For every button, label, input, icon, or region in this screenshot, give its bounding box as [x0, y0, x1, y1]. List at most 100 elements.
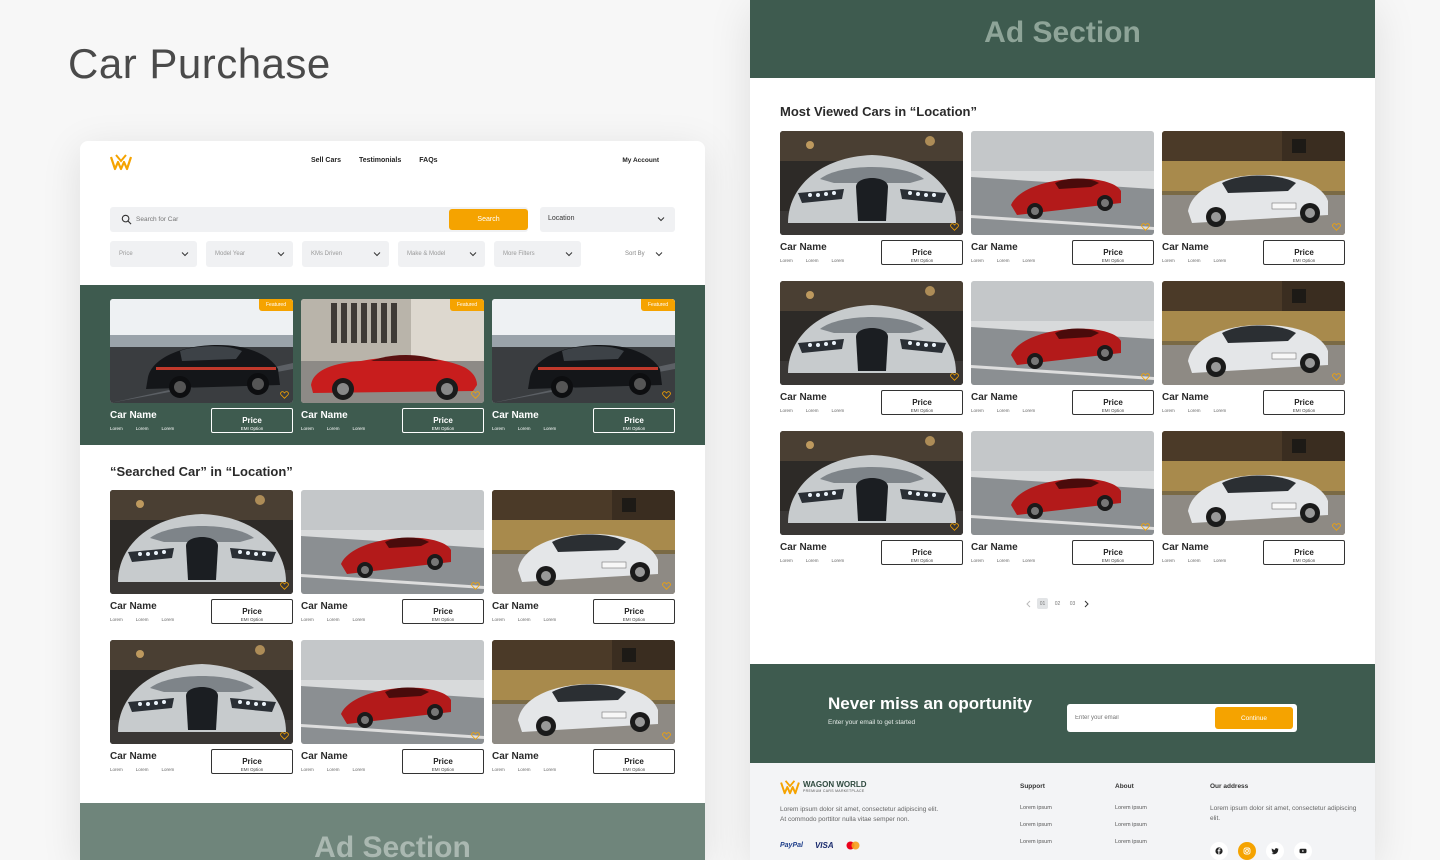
car-image[interactable] — [1162, 281, 1345, 385]
car-image[interactable] — [492, 640, 675, 744]
favorite-heart-icon[interactable] — [280, 732, 289, 740]
continue-button[interactable]: Continue — [1215, 707, 1293, 729]
car-image[interactable] — [301, 490, 484, 594]
footer-link[interactable]: Lorem ipsum — [1020, 839, 1052, 845]
car-card[interactable]: Car Name Lorem Lorem Lorem Price EMI Option — [1162, 431, 1345, 565]
car-card[interactable]: Car Name Lorem Lorem Lorem Price EMI Option — [301, 490, 484, 624]
car-card[interactable]: Car Name Lorem Lorem Lorem Price EMI Option — [110, 490, 293, 624]
filter-more-filters[interactable]: More Filters — [494, 241, 581, 267]
price-button[interactable]: Price EMI Option — [1072, 540, 1154, 565]
filter-make-model[interactable]: Make & Model — [398, 241, 485, 267]
car-card[interactable]: Car Name Lorem Lorem Lorem Price EMI Option — [301, 640, 484, 774]
favorite-heart-icon[interactable] — [662, 391, 671, 399]
footer-link[interactable]: Lorem ipsum — [1115, 805, 1147, 811]
car-image[interactable] — [971, 131, 1154, 235]
instagram-icon[interactable] — [1238, 842, 1256, 860]
car-image[interactable] — [110, 490, 293, 594]
car-card[interactable]: Car Name Lorem Lorem Lorem Price EMI Option — [492, 490, 675, 624]
car-image[interactable] — [492, 490, 675, 594]
twitter-icon[interactable] — [1266, 842, 1284, 860]
price-button[interactable]: Price EMI Option — [1263, 240, 1345, 265]
car-card[interactable]: Car Name Lorem Lorem Lorem Price EMI Option — [971, 431, 1154, 565]
price-button[interactable]: Price EMI Option — [881, 240, 963, 265]
price-button[interactable]: Price EMI Option — [211, 408, 293, 433]
featured-car-card[interactable]: Featured Car Name Lorem Lorem Lorem Price EMI … — [301, 299, 484, 433]
car-image[interactable] — [780, 431, 963, 535]
car-card[interactable]: Car Name Lorem Lorem Lorem Price EMI Option — [780, 431, 963, 565]
youtube-icon[interactable] — [1294, 842, 1312, 860]
car-image[interactable]: Featured — [110, 299, 293, 403]
car-image[interactable] — [971, 431, 1154, 535]
footer-link[interactable]: Lorem ipsum — [1020, 822, 1052, 828]
favorite-heart-icon[interactable] — [471, 732, 480, 740]
price-button[interactable]: Price EMI Option — [1263, 540, 1345, 565]
my-account-link[interactable]: My Account — [622, 157, 659, 164]
favorite-heart-icon[interactable] — [950, 373, 959, 381]
car-card[interactable]: Car Name Lorem Lorem Lorem Price EMI Option — [110, 640, 293, 774]
price-button[interactable]: Price EMI Option — [593, 599, 675, 624]
page-02[interactable]: 02 — [1052, 598, 1063, 609]
favorite-heart-icon[interactable] — [1332, 373, 1341, 381]
price-button[interactable]: Price EMI Option — [593, 408, 675, 433]
email-input[interactable] — [1075, 712, 1205, 724]
facebook-icon[interactable] — [1210, 842, 1228, 860]
car-image[interactable] — [780, 131, 963, 235]
car-image[interactable]: Featured — [492, 299, 675, 403]
favorite-heart-icon[interactable] — [1141, 523, 1150, 531]
filter-price[interactable]: Price — [110, 241, 197, 267]
car-image[interactable] — [971, 281, 1154, 385]
location-dropdown[interactable]: Location — [540, 207, 675, 232]
car-card[interactable]: Car Name Lorem Lorem Lorem Price EMI Option — [971, 281, 1154, 415]
favorite-heart-icon[interactable] — [471, 582, 480, 590]
favorite-heart-icon[interactable] — [1332, 523, 1341, 531]
favorite-heart-icon[interactable] — [1141, 373, 1150, 381]
car-image[interactable] — [1162, 131, 1345, 235]
favorite-heart-icon[interactable] — [1141, 223, 1150, 231]
price-button[interactable]: Price EMI Option — [593, 749, 675, 774]
car-image[interactable] — [1162, 431, 1345, 535]
footer-link[interactable]: Lorem ipsum — [1115, 822, 1147, 828]
search-input[interactable] — [136, 212, 436, 227]
featured-car-card[interactable]: Featured Car Name Lorem Lorem Lorem Price EMI … — [110, 299, 293, 433]
car-card[interactable]: Car Name Lorem Lorem Lorem Price EMI Option — [971, 131, 1154, 265]
search-button[interactable]: Search — [449, 209, 528, 230]
car-image[interactable]: Featured — [301, 299, 484, 403]
chevron-left-icon[interactable] — [1025, 600, 1033, 608]
footer-link[interactable]: Lorem ipsum — [1115, 839, 1147, 845]
favorite-heart-icon[interactable] — [950, 223, 959, 231]
nav-link-testimonials[interactable]: Testimonials — [359, 157, 401, 164]
favorite-heart-icon[interactable] — [280, 582, 289, 590]
page-03[interactable]: 03 — [1067, 598, 1078, 609]
car-card[interactable]: Car Name Lorem Lorem Lorem Price EMI Option — [780, 131, 963, 265]
favorite-heart-icon[interactable] — [662, 582, 671, 590]
car-card[interactable]: Car Name Lorem Lorem Lorem Price EMI Option — [492, 640, 675, 774]
price-button[interactable]: Price EMI Option — [1072, 240, 1154, 265]
nav-link-faqs[interactable]: FAQs — [419, 157, 437, 164]
car-card[interactable]: Car Name Lorem Lorem Lorem Price EMI Option — [1162, 131, 1345, 265]
filter-kms-driven[interactable]: KMs Driven — [302, 241, 389, 267]
price-button[interactable]: Price EMI Option — [1263, 390, 1345, 415]
logo-icon[interactable] — [110, 153, 132, 171]
price-button[interactable]: Price EMI Option — [402, 599, 484, 624]
car-card[interactable]: Car Name Lorem Lorem Lorem Price EMI Option — [780, 281, 963, 415]
price-button[interactable]: Price EMI Option — [211, 749, 293, 774]
price-button[interactable]: Price EMI Option — [881, 540, 963, 565]
car-card[interactable]: Car Name Lorem Lorem Lorem Price EMI Option — [1162, 281, 1345, 415]
footer-link[interactable]: Lorem ipsum — [1020, 805, 1052, 811]
favorite-heart-icon[interactable] — [662, 732, 671, 740]
footer-logo[interactable]: WAGON WORLD PREMIUM CARS MARKETPLACE — [780, 779, 867, 795]
chevron-right-icon[interactable] — [1082, 600, 1090, 608]
featured-car-card[interactable]: Featured Car Name Lorem Lorem Lorem Price EMI … — [492, 299, 675, 433]
car-image[interactable] — [301, 640, 484, 744]
nav-link-sell-cars[interactable]: Sell Cars — [311, 157, 341, 164]
favorite-heart-icon[interactable] — [471, 391, 480, 399]
favorite-heart-icon[interactable] — [950, 523, 959, 531]
car-image[interactable] — [780, 281, 963, 385]
car-image[interactable] — [110, 640, 293, 744]
price-button[interactable]: Price EMI Option — [1072, 390, 1154, 415]
price-button[interactable]: Price EMI Option — [402, 408, 484, 433]
price-button[interactable]: Price EMI Option — [211, 599, 293, 624]
price-button[interactable]: Price EMI Option — [881, 390, 963, 415]
sort-by-dropdown[interactable]: Sort By — [625, 251, 663, 257]
filter-model-year[interactable]: Model Year — [206, 241, 293, 267]
